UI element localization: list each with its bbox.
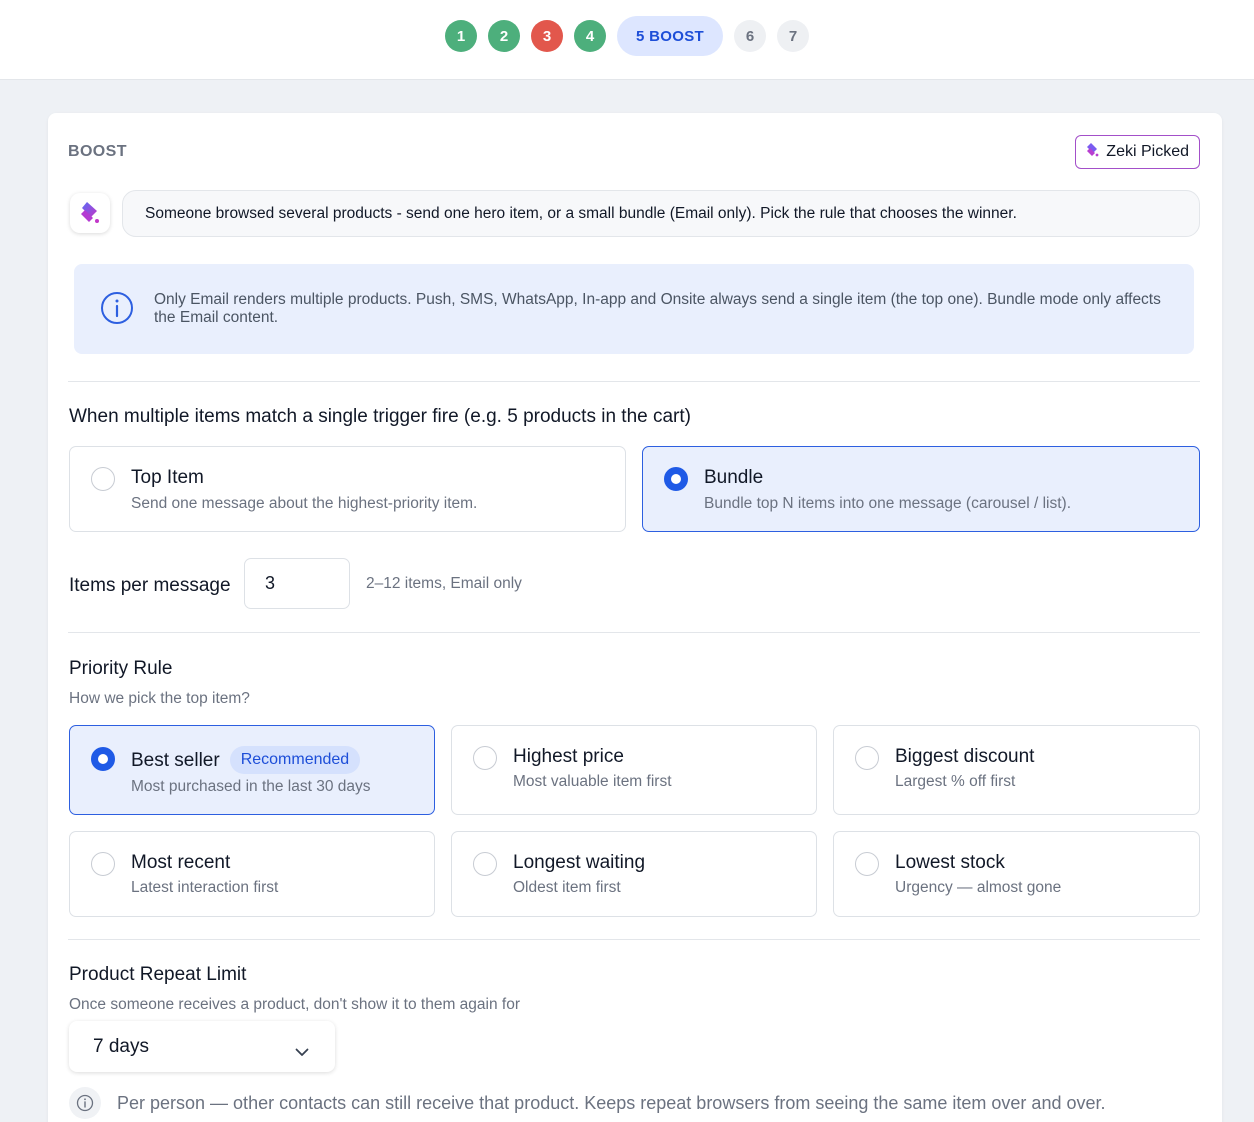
rule-title: Best seller <box>131 750 220 772</box>
option-title: Longest waiting <box>513 852 646 873</box>
radio-longest-waiting[interactable] <box>473 852 497 876</box>
option-desc: Oldest item first <box>513 879 621 896</box>
info-text: Only Email renders multiple products. Pu… <box>154 291 1161 326</box>
option-title: Lowest stock <box>895 852 1005 873</box>
step-6[interactable]: 6 <box>734 20 766 52</box>
option-title: Bundle <box>704 467 764 488</box>
info-icon <box>69 1087 101 1119</box>
option-top-item[interactable]: Top Item Send one message about the high… <box>69 446 626 532</box>
chevron-down-icon <box>295 1041 309 1063</box>
option-title: Top Item <box>131 467 204 488</box>
divider <box>68 632 1200 633</box>
option-title: Most recent <box>131 852 231 873</box>
option-title: Best seller Recommended <box>131 746 361 775</box>
rule-best-seller[interactable]: Best seller Recommended Most purchased in… <box>69 725 435 815</box>
radio-best-seller[interactable] <box>91 747 115 771</box>
multi-items-title: When multiple items match a single trigg… <box>69 406 691 427</box>
divider <box>68 939 1200 940</box>
radio-biggest-discount[interactable] <box>855 746 879 770</box>
items-per-message-help: 2–12 items, Email only <box>366 575 522 592</box>
boost-card: BOOST Zeki Picked Someone browsed severa… <box>48 113 1222 1122</box>
items-per-message-input[interactable] <box>244 558 350 609</box>
radio-highest-price[interactable] <box>473 746 497 770</box>
option-desc: Most purchased in the last 30 days <box>131 778 371 795</box>
option-bundle[interactable]: Bundle Bundle top N items into one messa… <box>642 446 1200 532</box>
zeki-picked-badge[interactable]: Zeki Picked <box>1075 135 1200 169</box>
radio-lowest-stock[interactable] <box>855 852 879 876</box>
option-desc: Urgency — almost gone <box>895 879 1062 896</box>
step-2[interactable]: 2 <box>488 20 520 52</box>
rule-longest-waiting[interactable]: Longest waiting Oldest item first <box>451 831 817 917</box>
priority-rule-subtitle: How we pick the top item? <box>69 690 250 707</box>
priority-rule-title: Priority Rule <box>69 658 173 679</box>
step-5-boost[interactable]: 5 BOOST <box>617 16 723 56</box>
option-desc: Send one message about the highest-prior… <box>131 495 478 512</box>
step-3[interactable]: 3 <box>531 20 563 52</box>
step-7[interactable]: 7 <box>777 20 809 52</box>
top-bar: 1 2 3 4 5 BOOST 6 7 <box>0 0 1254 80</box>
repeat-limit-select[interactable]: 7 days <box>69 1021 335 1072</box>
repeat-limit-note: Per person — other contacts can still re… <box>69 1087 1106 1119</box>
repeat-note-text: Per person — other contacts can still re… <box>117 1092 1106 1113</box>
option-desc: Largest % off first <box>895 773 1016 790</box>
step-1[interactable]: 1 <box>445 20 477 52</box>
option-title: Biggest discount <box>895 746 1035 767</box>
rule-lowest-stock[interactable]: Lowest stock Urgency — almost gone <box>833 831 1200 917</box>
rule-biggest-discount[interactable]: Biggest discount Largest % off first <box>833 725 1200 815</box>
zeki-avatar-icon <box>70 193 110 233</box>
divider <box>68 381 1200 382</box>
repeat-limit-title: Product Repeat Limit <box>69 964 247 985</box>
sparkle-icon <box>1086 142 1100 163</box>
radio-top-item[interactable] <box>91 467 115 491</box>
rule-most-recent[interactable]: Most recent Latest interaction first <box>69 831 435 917</box>
zeki-badge-label: Zeki Picked <box>1106 143 1189 160</box>
repeat-limit-subtitle: Once someone receives a product, don't s… <box>69 996 520 1013</box>
zeki-hint: Someone browsed several products - send … <box>122 190 1200 237</box>
radio-most-recent[interactable] <box>91 852 115 876</box>
items-per-message-label: Items per message <box>69 575 231 596</box>
rule-highest-price[interactable]: Highest price Most valuable item first <box>451 725 817 815</box>
info-icon <box>100 291 134 330</box>
stepper: 1 2 3 4 5 BOOST 6 7 <box>0 16 1254 56</box>
step-4[interactable]: 4 <box>574 20 606 52</box>
recommended-badge: Recommended <box>229 746 361 774</box>
radio-bundle[interactable] <box>664 467 688 491</box>
option-desc: Most valuable item first <box>513 773 672 790</box>
option-desc: Latest interaction first <box>131 879 279 896</box>
option-title: Highest price <box>513 746 624 767</box>
section-label: BOOST <box>68 143 127 160</box>
option-desc: Bundle top N items into one message (car… <box>704 495 1072 512</box>
info-callout: Only Email renders multiple products. Pu… <box>74 264 1194 354</box>
repeat-limit-value: 7 days <box>93 1035 149 1057</box>
